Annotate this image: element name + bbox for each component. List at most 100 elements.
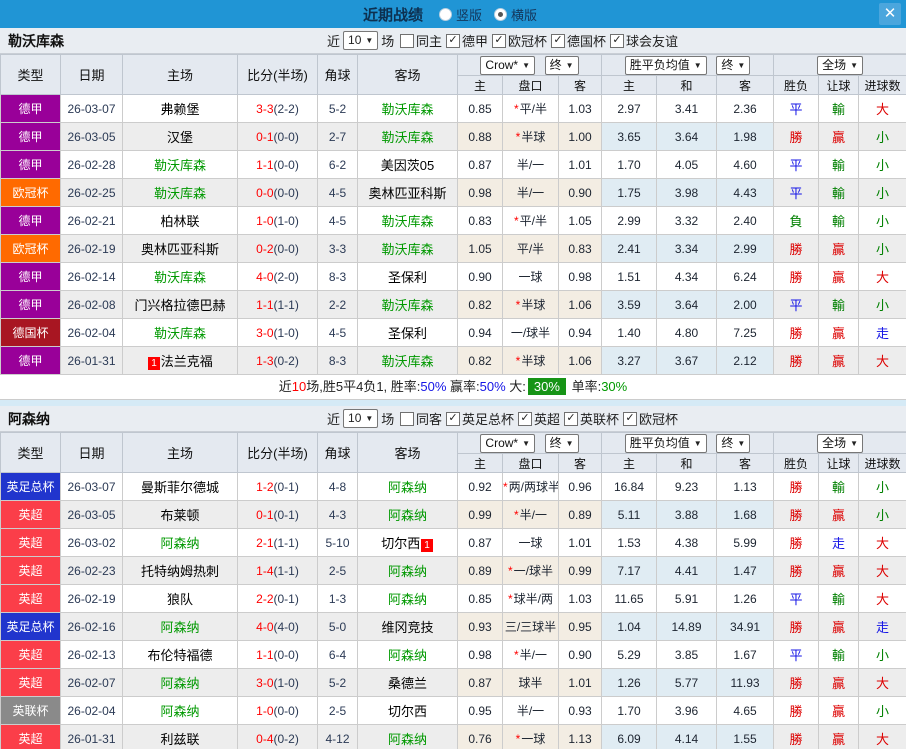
layout-radio-horizontal[interactable]: 横版	[494, 5, 537, 24]
handicap-star: *	[515, 732, 521, 746]
checkbox-unchecked-icon	[399, 33, 414, 48]
result-handicap: 輸	[818, 640, 860, 669]
layout-radio-vertical[interactable]: 竖版	[438, 5, 482, 24]
league-badge: 英超	[0, 556, 61, 585]
scope-select[interactable]: 全场	[817, 433, 864, 453]
rank-badge: 1	[148, 357, 160, 370]
corner-score: 8-3	[317, 262, 358, 291]
avg-odds-select[interactable]: 胜平负均值	[624, 55, 707, 75]
checkbox-checked-icon: ✓	[550, 33, 565, 48]
avg-away-odds: 1.26	[716, 584, 775, 613]
crown-away-odds: 1.00	[557, 122, 603, 151]
home-team-name: 门兴格拉德巴赫	[134, 298, 226, 313]
match-row: 欧冠杯 26-02-25 勒沃库森 0-0(0-0) 4-5 奥林匹亚科斯 0.98 半/一 0…	[0, 178, 906, 207]
bookmaker-select[interactable]: Crow*	[480, 55, 536, 75]
league-filter-checkbox[interactable]: ✓ 英联杯	[563, 409, 619, 428]
handicap-text: 球半	[518, 676, 543, 690]
result-goals: 大	[858, 94, 906, 123]
fulltime-score: 3-0	[256, 325, 274, 340]
league-filter-checkbox[interactable]: ✓ 欧冠杯	[491, 31, 547, 50]
match-row: 英超 26-02-13 布伦特福德 1-1(0-0) 6-4 阿森纳 0.98 *半/一 0.9…	[0, 640, 906, 669]
crown-away-odds: 0.83	[557, 234, 603, 263]
result-handicap: 輸	[818, 290, 860, 319]
crown-home-odds: 0.76	[457, 724, 503, 749]
match-count-select[interactable]: 10	[343, 409, 379, 428]
league-filter-checkbox[interactable]: ✓ 球会友谊	[610, 31, 678, 50]
away-team-name: 勒沃库森	[381, 298, 434, 313]
handicap-text: 一球	[518, 536, 543, 550]
halftime-score: (1-0)	[273, 213, 299, 228]
home-team-name: 阿森纳	[160, 620, 200, 635]
corner-score: 2-7	[317, 122, 358, 151]
match-score: 1-4(1-1)	[237, 556, 318, 585]
league-badge: 英足总杯	[0, 472, 61, 501]
odds-stage-select[interactable]: 终	[544, 55, 579, 75]
result-goals: 小	[858, 472, 906, 501]
avg-stage-select[interactable]: 终	[716, 433, 751, 453]
league-badge: 德甲	[0, 290, 61, 319]
avg-home-odds: 2.41	[601, 234, 658, 263]
scope-select[interactable]: 全场	[817, 55, 864, 75]
odds-stage-select[interactable]: 终	[544, 433, 579, 453]
close-button[interactable]: ✕	[879, 3, 901, 25]
match-row: 英超 26-03-05 布莱顿 0-1(0-1) 4-3 阿森纳 0.99 *半/一 0.89 5…	[0, 500, 906, 529]
home-team: 勒沃库森	[122, 178, 238, 207]
avg-draw-odds: 3.96	[656, 696, 718, 725]
crown-away-odds: 0.95	[557, 612, 603, 641]
league-badge: 英联杯	[0, 696, 61, 725]
titlebar: 近期战绩 竖版 横版 ✕	[0, 0, 906, 28]
result-handicap: 輸	[818, 584, 860, 613]
away-team: 圣保利	[357, 318, 458, 347]
handicap-star: *	[513, 102, 519, 116]
league-badge: 德甲	[0, 206, 61, 235]
corner-score: 2-2	[317, 290, 358, 319]
league-filter-checkbox[interactable]: ✓ 欧冠杯	[623, 409, 678, 428]
match-score: 2-2(0-1)	[237, 584, 318, 613]
avg-stage-select[interactable]: 终	[716, 55, 751, 75]
bookmaker-select[interactable]: Crow*	[480, 433, 536, 453]
avg-away-odds: 6.24	[716, 262, 775, 291]
halftime-score: (1-0)	[273, 675, 299, 690]
same-venue-checkbox[interactable]: 同主	[399, 31, 442, 50]
away-team-name: 阿森纳	[387, 732, 427, 747]
home-team-name: 勒沃库森	[153, 270, 206, 285]
summary-part: 30%	[601, 379, 628, 394]
crown-home-odds: 0.98	[457, 178, 503, 207]
league-filter-checkbox[interactable]: ✓ 德国杯	[550, 31, 606, 50]
avg-home-odds: 1.70	[601, 150, 658, 179]
home-team: 1 法兰克福	[122, 346, 238, 375]
rank-badge: 1	[421, 539, 433, 552]
corner-score: 4-3	[317, 500, 358, 529]
radio-unselected-icon	[438, 7, 452, 21]
crown-away-odds: 0.98	[557, 262, 603, 291]
fulltime-score: 1-1	[256, 297, 274, 312]
team-name: 阿森纳	[8, 410, 50, 427]
halftime-score: (2-0)	[273, 269, 299, 284]
league-filter-checkbox[interactable]: ✓ 英足总杯	[445, 409, 514, 428]
handicap-text: 半/一	[519, 648, 547, 662]
corner-score: 4-5	[317, 206, 358, 235]
home-team: 勒沃库森	[122, 262, 238, 291]
result-wdl: 勝	[773, 500, 820, 529]
result-wdl: 負	[773, 206, 820, 235]
handicap-text: 一/球半	[510, 326, 551, 340]
crown-away-odds: 1.06	[557, 346, 603, 375]
league-badge: 德甲	[0, 262, 61, 291]
handicap: *半球	[502, 290, 559, 319]
handicap: 半/一	[502, 178, 559, 207]
avg-odds-select[interactable]: 胜平负均值	[624, 433, 707, 453]
away-team: 阿森纳	[357, 584, 458, 613]
handicap-text: 半球	[521, 354, 546, 368]
match-count-select[interactable]: 10	[343, 31, 379, 50]
league-filter-checkbox[interactable]: ✓ 德甲	[445, 31, 488, 50]
avg-away-odds: 2.99	[716, 234, 775, 263]
result-handicap: 輸	[818, 150, 860, 179]
crown-home-odds: 0.98	[457, 640, 503, 669]
same-venue-checkbox[interactable]: 同客	[399, 409, 442, 428]
match-score: 0-0(0-0)	[237, 178, 318, 207]
home-team-name: 弗赖堡	[160, 102, 200, 117]
team-name: 勒沃库森	[8, 32, 64, 49]
halftime-score: (0-2)	[273, 353, 299, 368]
match-score: 3-3(2-2)	[237, 94, 318, 123]
league-filter-checkbox[interactable]: ✓ 英超	[517, 409, 560, 428]
